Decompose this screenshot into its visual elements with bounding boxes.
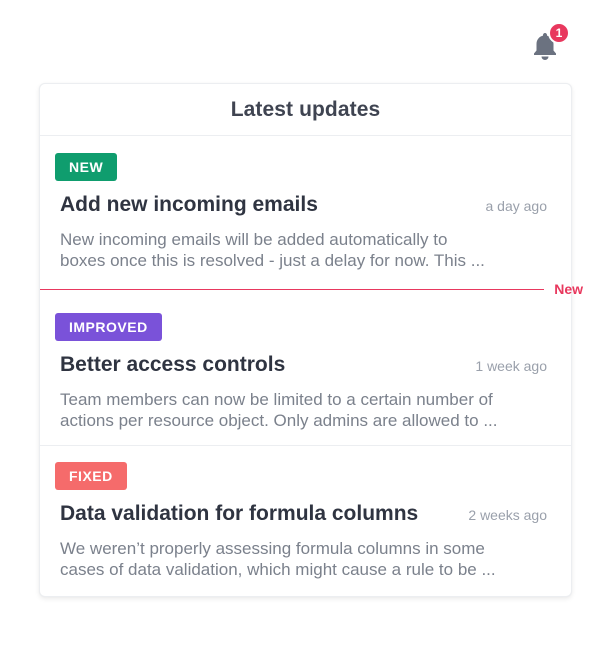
update-time: 1 week ago xyxy=(475,358,547,374)
update-time: 2 weeks ago xyxy=(468,507,547,523)
notification-count-badge: 1 xyxy=(548,22,570,44)
update-description-line: New incoming emails will be added automa… xyxy=(60,230,448,249)
update-description-line: boxes once this is resolved - just a del… xyxy=(60,251,485,270)
notifications-button[interactable]: 1 xyxy=(527,22,571,66)
update-description-line: cases of data validation, which might ca… xyxy=(60,560,496,579)
update-item[interactable]: NEW Add new incoming emails a day ago Ne… xyxy=(40,136,583,297)
tag-improved: IMPROVED xyxy=(55,313,162,341)
latest-updates-panel: Latest updates NEW Add new incoming emai… xyxy=(39,83,583,597)
divider-line xyxy=(40,288,545,290)
update-item[interactable]: FIXED Data validation for formula column… xyxy=(40,446,571,596)
update-description-line: actions per resource object. Only admins… xyxy=(60,411,498,430)
new-divider-label: New xyxy=(554,281,583,297)
tag-new: NEW xyxy=(55,153,118,181)
update-title: Better access controls xyxy=(60,353,286,376)
update-title: Add new incoming emails xyxy=(60,193,318,216)
panel-header: Latest updates xyxy=(40,84,571,136)
update-description: We weren’t properly assessing formula co… xyxy=(55,538,547,580)
update-item[interactable]: IMPROVED Better access controls 1 week a… xyxy=(40,296,571,446)
panel-title: Latest updates xyxy=(230,97,381,121)
update-time: a day ago xyxy=(485,198,548,214)
update-description: New incoming emails will be added automa… xyxy=(55,229,547,271)
update-title: Data validation for formula columns xyxy=(60,502,419,525)
update-description-line: Team members can now be limited to a cer… xyxy=(60,390,493,409)
update-description-line: We weren’t properly assessing formula co… xyxy=(60,539,485,558)
update-description: Team members can now be limited to a cer… xyxy=(55,389,547,431)
tag-fixed: FIXED xyxy=(55,462,127,490)
